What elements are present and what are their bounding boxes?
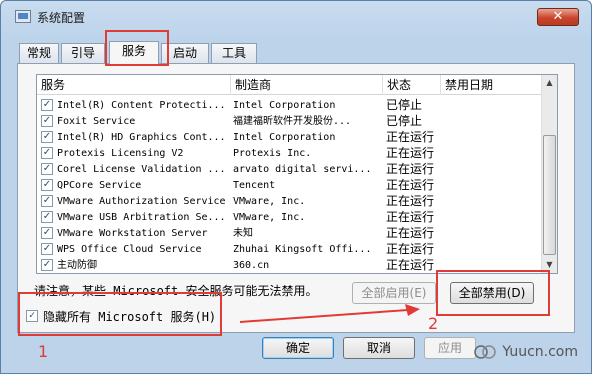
service-manufacturer: 福建福昕软件开发股份... bbox=[233, 116, 352, 127]
vertical-scrollbar[interactable]: ▲ ▼ bbox=[541, 75, 557, 273]
annotation-box-hide-ms bbox=[18, 292, 222, 336]
service-checkbox[interactable]: ✓ bbox=[41, 131, 53, 143]
service-manufacturer: Intel Corporation bbox=[233, 132, 336, 143]
service-manufacturer: VMware, Inc. bbox=[233, 196, 306, 207]
annotation-arrow-icon bbox=[240, 304, 420, 323]
column-service[interactable]: 服务 bbox=[37, 75, 231, 95]
service-checkbox[interactable]: ✓ bbox=[41, 259, 53, 271]
service-name: Foxit Service bbox=[57, 116, 136, 127]
column-status[interactable]: 状态 bbox=[383, 75, 441, 95]
service-checkbox[interactable]: ✓ bbox=[41, 211, 53, 223]
column-disabled-date[interactable]: 禁用日期 bbox=[441, 75, 543, 95]
tab-general[interactable]: 常规 bbox=[19, 43, 59, 63]
cancel-button[interactable]: 取消 bbox=[343, 337, 415, 359]
annotation-number-1: 1 bbox=[38, 342, 49, 361]
app-icon bbox=[15, 10, 31, 23]
table-row[interactable]: ✓ Intel(R) Content Protecti... Intel Cor… bbox=[37, 97, 543, 113]
window-title: 系统配置 bbox=[37, 11, 86, 25]
watermark-text: Yuucn.com bbox=[502, 344, 578, 360]
service-status: 正在运行 bbox=[386, 242, 435, 256]
annotation-box-disable-all bbox=[436, 270, 550, 316]
service-status: 正在运行 bbox=[386, 130, 435, 144]
tab-tools[interactable]: 工具 bbox=[211, 43, 257, 63]
table-row[interactable]: ✓ VMware Workstation Server 未知 正在运行 bbox=[37, 225, 543, 241]
service-rows: ✓ Intel(R) Content Protecti... Intel Cor… bbox=[37, 97, 543, 273]
service-checkbox[interactable]: ✓ bbox=[41, 243, 53, 255]
table-row[interactable]: ✓ Corel License Validation ... arvato di… bbox=[37, 161, 543, 177]
service-checkbox[interactable]: ✓ bbox=[41, 179, 53, 191]
service-name: WPS Office Cloud Service bbox=[57, 244, 202, 255]
tab-boot[interactable]: 引导 bbox=[61, 43, 105, 63]
service-manufacturer: Intel Corporation bbox=[233, 100, 336, 111]
service-name: VMware Workstation Server bbox=[57, 228, 208, 239]
service-status: 正在运行 bbox=[386, 178, 435, 192]
service-status: 正在运行 bbox=[386, 146, 435, 160]
services-list: 服务 制造商 状态 禁用日期 ✓ Intel(R) Content Protec… bbox=[36, 74, 558, 274]
service-manufacturer: VMware, Inc. bbox=[233, 212, 306, 223]
service-name: Intel(R) HD Graphics Cont... bbox=[57, 132, 226, 143]
table-row[interactable]: ✓ VMware USB Arbitration Se... VMware, I… bbox=[37, 209, 543, 225]
service-checkbox[interactable]: ✓ bbox=[41, 99, 53, 111]
scroll-up-arrow-icon[interactable]: ▲ bbox=[542, 75, 557, 91]
table-row[interactable]: ✓ Intel(R) HD Graphics Cont... Intel Cor… bbox=[37, 129, 543, 145]
service-name: VMware Authorization Service bbox=[57, 196, 226, 207]
service-manufacturer: arvato digital servi... bbox=[233, 164, 372, 175]
scrollbar-thumb[interactable] bbox=[543, 135, 556, 255]
ok-button[interactable]: 确定 bbox=[262, 337, 334, 359]
service-status: 已停止 bbox=[386, 98, 423, 112]
service-checkbox[interactable]: ✓ bbox=[41, 227, 53, 239]
service-name: QPCore Service bbox=[57, 180, 142, 191]
table-row[interactable]: ✓ VMware Authorization Service VMware, I… bbox=[37, 193, 543, 209]
service-manufacturer: 360.cn bbox=[233, 260, 270, 271]
close-button[interactable]: ✕ bbox=[537, 8, 579, 26]
service-status: 正在运行 bbox=[386, 194, 435, 208]
table-row[interactable]: ✓ Protexis Licensing V2 Protexis Inc. 正在… bbox=[37, 145, 543, 161]
service-checkbox[interactable]: ✓ bbox=[41, 147, 53, 159]
service-name: Intel(R) Content Protecti... bbox=[57, 100, 226, 111]
list-header: 服务 制造商 状态 禁用日期 bbox=[37, 75, 543, 95]
service-manufacturer: Tencent bbox=[233, 180, 276, 191]
service-name: Protexis Licensing V2 bbox=[57, 148, 184, 159]
tab-services[interactable]: 服务 bbox=[109, 41, 159, 64]
service-manufacturer: Zhuhai Kingsoft Offi... bbox=[233, 244, 372, 255]
service-name: 主动防御 bbox=[57, 260, 97, 271]
watermark: Yuucn.com bbox=[474, 344, 578, 360]
service-status: 正在运行 bbox=[386, 210, 435, 224]
table-row[interactable]: ✓ QPCore Service Tencent 正在运行 bbox=[37, 177, 543, 193]
service-checkbox[interactable]: ✓ bbox=[41, 195, 53, 207]
service-name: VMware USB Arbitration Se... bbox=[57, 212, 226, 223]
service-name: Corel License Validation ... bbox=[57, 164, 226, 175]
service-manufacturer: Protexis Inc. bbox=[233, 148, 312, 159]
table-row[interactable]: ✓ Foxit Service 福建福昕软件开发股份... 已停止 bbox=[37, 113, 543, 129]
service-status: 正在运行 bbox=[386, 226, 435, 240]
apply-button[interactable]: 应用 bbox=[424, 337, 476, 359]
service-status: 正在运行 bbox=[386, 162, 435, 176]
column-manufacturer[interactable]: 制造商 bbox=[231, 75, 383, 95]
title-bar: 系统配置 ✕ bbox=[1, 1, 591, 31]
service-manufacturer: 未知 bbox=[233, 228, 253, 239]
watermark-logo-icon bbox=[474, 345, 496, 359]
annotation-number-2: 2 bbox=[428, 314, 439, 333]
service-checkbox[interactable]: ✓ bbox=[41, 115, 53, 127]
service-checkbox[interactable]: ✓ bbox=[41, 163, 53, 175]
service-status: 已停止 bbox=[386, 114, 423, 128]
table-row[interactable]: ✓ WPS Office Cloud Service Zhuhai Kingso… bbox=[37, 241, 543, 257]
enable-all-button[interactable]: 全部启用(E) bbox=[352, 282, 436, 304]
